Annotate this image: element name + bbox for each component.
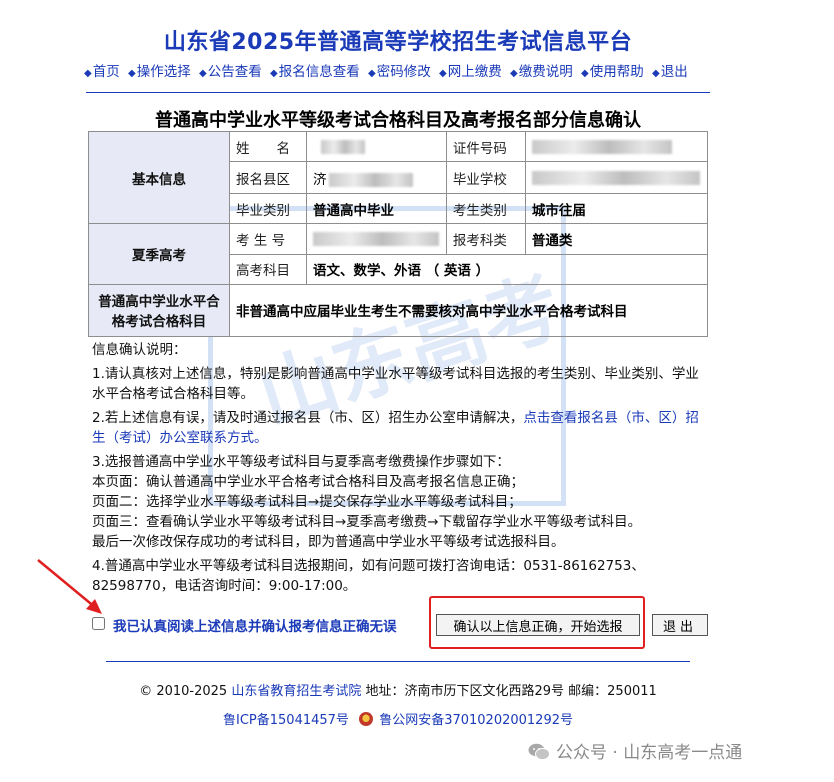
police-record-link[interactable]: 鲁公网安备37010202001292号 bbox=[379, 713, 573, 728]
redacted-mask bbox=[313, 232, 439, 246]
note-item-3-line-3: 页面二：选择学业水平等级考试科目→提交保存学业水平等级考试科目； bbox=[92, 494, 522, 510]
wechat-icon bbox=[528, 743, 550, 761]
redacted-mask bbox=[321, 139, 365, 154]
nav-label: 密码修改 bbox=[376, 64, 431, 80]
nav-logout[interactable]: ◆退出 bbox=[652, 64, 688, 80]
section-basic-info: 基本信息 bbox=[88, 130, 230, 225]
section-summer-exam: 夏季高考 bbox=[88, 223, 230, 285]
note-item-3-line-1: 3.选报普通高中学业水平等级考试科目与夏季高考缴费操作步骤如下： bbox=[92, 454, 510, 470]
exam-subjects-label: 高考科目 bbox=[229, 253, 307, 285]
candidate-type-label: 考生类别 bbox=[445, 193, 526, 225]
divider bbox=[86, 92, 710, 93]
nav-label: 报名信息查看 bbox=[278, 64, 360, 80]
nav-label: 使用帮助 bbox=[589, 64, 644, 80]
nav-label: 首页 bbox=[92, 64, 120, 80]
diamond-bullet-icon: ◆ bbox=[199, 68, 207, 79]
address-text: 地址：济南市历下区文化西路29号 邮编：250011 bbox=[365, 684, 657, 699]
top-navigation: ◆首页 ◆操作选择 ◆公告查看 ◆报名信息查看 ◆密码修改 ◆网上缴费 ◆缴费说… bbox=[84, 60, 724, 80]
wechat-account-text: 公众号 · 山东高考一点通 bbox=[556, 743, 743, 763]
diamond-bullet-icon: ◆ bbox=[84, 68, 92, 79]
wechat-watermark: 公众号 · 山东高考一点通 bbox=[528, 738, 742, 763]
confirm-checkbox[interactable] bbox=[92, 617, 105, 630]
nav-help[interactable]: ◆使用帮助 bbox=[581, 64, 644, 80]
diamond-bullet-icon: ◆ bbox=[368, 68, 376, 79]
nav-announcements[interactable]: ◆公告查看 bbox=[199, 64, 262, 80]
nav-label: 缴费说明 bbox=[518, 64, 573, 80]
nav-registration-info[interactable]: ◆报名信息查看 bbox=[270, 64, 360, 80]
table-row: 普通高中学业水平合格考试合格科目 非普通高中应届毕业生考生不需要核对高中学业水平… bbox=[88, 283, 708, 338]
nav-home[interactable]: ◆首页 bbox=[84, 64, 120, 80]
graduation-type-label: 毕业类别 bbox=[229, 193, 307, 225]
note-item-3-line-4: 页面三：查看确认学业水平等级考试科目→夏季高考缴费→下载留存学业水平等级考试科目… bbox=[92, 514, 642, 530]
note-item-3-line-2: 本页面：确认普通高中学业水平合格考试合格科目及高考报名信息正确； bbox=[92, 474, 524, 490]
exit-button[interactable]: 退出 bbox=[652, 614, 708, 636]
diamond-bullet-icon: ◆ bbox=[128, 68, 136, 79]
county-value: 济 bbox=[306, 161, 447, 195]
note-item-2: 2.若上述信息有误，请及时通过报名县（市、区）招生办公室申请解决，点击查看报名县… bbox=[92, 408, 712, 448]
level-exam-value: 非普通高中应届毕业生考生不需要核对高中学业水平合格考试科目 bbox=[229, 283, 708, 338]
exam-number-label: 考 生 号 bbox=[229, 223, 307, 255]
site-title: 山东省2025年普通高等学校招生考试信息平台 bbox=[163, 30, 633, 55]
id-number-value-redacted bbox=[524, 130, 709, 163]
divider bbox=[106, 661, 690, 662]
nav-label: 公告查看 bbox=[207, 64, 262, 80]
nav-label: 退出 bbox=[660, 64, 688, 80]
note-item-2-text: 2.若上述信息有误，请及时通过报名县（市、区）招生办公室申请解决， bbox=[92, 410, 524, 426]
exam-category-label: 报考科类 bbox=[445, 223, 526, 255]
exam-number-value-redacted bbox=[306, 223, 447, 255]
nav-payment-guide[interactable]: ◆缴费说明 bbox=[510, 64, 573, 80]
exam-subjects-value: 语文、数学、外语 （ 英语 ） bbox=[306, 253, 708, 285]
candidate-type-value: 城市往届 bbox=[524, 193, 709, 225]
red-arrow-icon bbox=[37, 559, 102, 614]
section-level-exam: 普通高中学业水平合格考试合格科目 bbox=[88, 283, 230, 338]
notes-heading: 信息确认说明： bbox=[92, 342, 187, 358]
page-title: 普通高中学业水平等级考试合格科目及高考报名部分信息确认 bbox=[155, 110, 641, 131]
id-number-label: 证件号码 bbox=[445, 130, 526, 163]
nav-label: 网上缴费 bbox=[447, 64, 502, 80]
nav-operation-select[interactable]: ◆操作选择 bbox=[128, 64, 191, 80]
start-selection-button[interactable]: 确认以上信息正确，开始选报 bbox=[436, 614, 640, 636]
county-label: 报名县区 bbox=[229, 161, 307, 195]
name-label: 姓 名 bbox=[229, 130, 307, 163]
county-value-prefix: 济 bbox=[313, 171, 327, 188]
table-row: 基本信息 姓 名 证件号码 bbox=[88, 130, 709, 225]
table-row: 夏季高考 考 生 号 报考科类 普通类 bbox=[88, 223, 709, 285]
diamond-bullet-icon: ◆ bbox=[581, 68, 589, 79]
copyright-text: © 2010-2025 bbox=[139, 684, 228, 699]
note-item-1: 1.请认真核对上述信息，特别是影响普通高中学业水平等级考试科目选报的考生类别、毕… bbox=[92, 366, 699, 402]
footer-registration: 鲁ICP备15041457号 鲁公网安备37010202001292号 bbox=[0, 709, 796, 728]
diamond-bullet-icon: ◆ bbox=[510, 68, 518, 79]
diamond-bullet-icon: ◆ bbox=[439, 68, 447, 79]
nav-online-payment[interactable]: ◆网上缴费 bbox=[439, 64, 502, 80]
confirm-checkbox-label[interactable]: 我已认真阅读上述信息并确认报考信息正确无误 bbox=[113, 615, 397, 635]
exam-category-value: 普通类 bbox=[524, 223, 709, 255]
diamond-bullet-icon: ◆ bbox=[270, 68, 278, 79]
note-item-3-line-5: 最后一次修改保存成功的考试科目，即为普通高中学业水平等级考试选报科目。 bbox=[92, 534, 565, 550]
redacted-mask bbox=[531, 139, 672, 154]
footer-info: © 2010-2025 山东省教育招生考试院 地址：济南市历下区文化西路29号 … bbox=[0, 680, 796, 699]
school-label: 毕业学校 bbox=[445, 161, 526, 195]
redacted-mask bbox=[328, 172, 413, 187]
diamond-bullet-icon: ◆ bbox=[652, 68, 660, 79]
graduation-type-value: 普通高中毕业 bbox=[306, 193, 447, 225]
icp-link[interactable]: 鲁ICP备15041457号 bbox=[223, 713, 349, 728]
info-table: 基本信息 姓 名 证件号码 报名县区 济 毕业学校 毕业类别 普通高中毕业 考生… bbox=[88, 130, 709, 338]
police-badge-icon bbox=[359, 712, 374, 726]
redacted-mask bbox=[531, 170, 700, 185]
school-value-redacted bbox=[524, 161, 709, 195]
name-value-redacted bbox=[306, 130, 447, 163]
nav-password-change[interactable]: ◆密码修改 bbox=[368, 64, 431, 80]
org-link[interactable]: 山东省教育招生考试院 bbox=[231, 684, 361, 699]
nav-label: 操作选择 bbox=[136, 64, 191, 80]
confirmation-notes: 信息确认说明： 1.请认真核对上述信息，特别是影响普通高中学业水平等级考试科目选… bbox=[92, 340, 712, 596]
note-item-4: 4.普通高中学业水平等级考试科目选报期间，如有问题可拨打咨询电话：0531-86… bbox=[92, 558, 645, 594]
